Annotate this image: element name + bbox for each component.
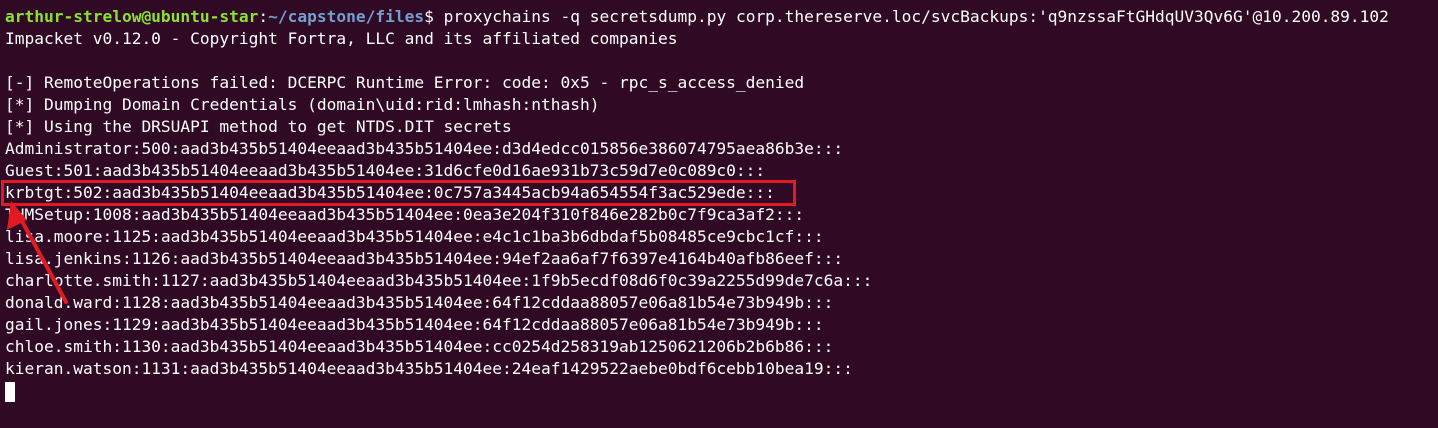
output-line: Guest:501:aad3b435b51404eeaad3b435b51404… (5, 161, 766, 180)
prompt-user-host: arthur-strelow@ubuntu-star (5, 7, 259, 26)
output-line: Administrator:500:aad3b435b51404eeaad3b4… (5, 139, 844, 158)
output-line: [*] Using the DRSUAPI method to get NTDS… (5, 117, 512, 136)
prompt-colon: : (258, 7, 269, 26)
output-line: THMSetup:1008:aad3b435b51404eeaad3b435b5… (5, 205, 805, 224)
output-line: chloe.smith:1130:aad3b435b51404eeaad3b43… (5, 337, 834, 356)
command-text: proxychains -q secretsdump.py corp.there… (443, 7, 1389, 26)
output-line: lisa.jenkins:1126:aad3b435b51404eeaad3b4… (5, 249, 844, 268)
output-line: [*] Dumping Domain Credentials (domain\u… (5, 95, 600, 114)
output-line: lisa.moore:1125:aad3b435b51404eeaad3b435… (5, 227, 824, 246)
prompt-path: ~/capstone/files (268, 7, 425, 26)
output-line: donald.ward:1128:aad3b435b51404eeaad3b43… (5, 293, 834, 312)
output-line: Impacket v0.12.0 - Copyright Fortra, LLC… (5, 29, 678, 48)
output-line: gail.jones:1129:aad3b435b51404eeaad3b435… (5, 315, 824, 334)
prompt-dollar: $ (424, 7, 444, 26)
prompt-line: arthur-strelow@ubuntu-star:~/capstone/fi… (5, 6, 1438, 28)
output-line: charlotte.smith:1127:aad3b435b51404eeaad… (5, 271, 873, 290)
output-line-krbtgt: krbtgt:502:aad3b435b51404eeaad3b435b5140… (5, 183, 775, 202)
output-line: kieran.watson:1131:aad3b435b51404eeaad3b… (5, 359, 853, 378)
output-line: [-] RemoteOperations failed: DCERPC Runt… (5, 73, 805, 92)
terminal-window[interactable]: arthur-strelow@ubuntu-star:~/capstone/fi… (0, 0, 1438, 428)
cursor-line (5, 380, 1438, 402)
text-cursor (5, 381, 15, 402)
